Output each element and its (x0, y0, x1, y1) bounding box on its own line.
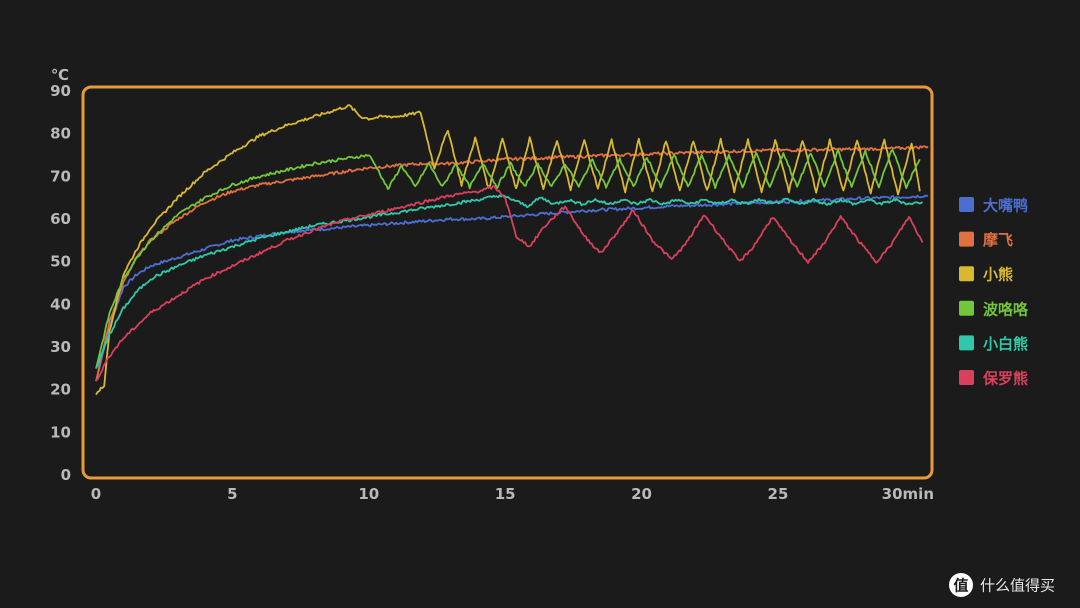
y-tick-label: 20 (50, 381, 71, 399)
y-tick-label: 50 (50, 253, 71, 271)
series-layer (95, 104, 929, 396)
y-tick-label: 60 (50, 210, 71, 228)
x-tick-label: 0 (91, 485, 101, 503)
series-line-小熊 (95, 104, 921, 396)
chart: ℃ 0102030405060708090 0 5 10 15 20 25 30min 大嘴… (50, 66, 1055, 597)
legend-label: 小白熊 (983, 335, 1028, 353)
legend-swatch (959, 370, 974, 385)
y-tick-label: 90 (50, 82, 71, 100)
legend-swatch (959, 266, 974, 282)
x-tick-label: 20 (631, 485, 652, 503)
series-line-摩飞 (95, 145, 929, 382)
x-tick-label: 25 (768, 485, 789, 503)
legend: 大嘴鸭摩飞小熊波咯咯小白熊保罗熊 (959, 197, 1029, 388)
legend-swatch (959, 335, 974, 351)
x-tick-label: 15 (495, 485, 516, 503)
legend-swatch (959, 197, 974, 212)
legend-label: 摩飞 (983, 231, 1013, 249)
x-tick-label: 30min (882, 485, 934, 503)
y-tick-label: 70 (50, 167, 71, 185)
y-axis-ticks: 0 10 20 30 40 50 60 70 80 90 (50, 82, 71, 484)
series-line-小白熊 (95, 194, 924, 369)
zhi-logo-icon: 值 (949, 573, 973, 597)
legend-label: 保罗熊 (982, 370, 1028, 388)
x-axis-ticks: 0 5 10 15 20 25 30min (91, 485, 934, 503)
x-tick-label: 5 (227, 485, 237, 503)
legend-swatch (959, 231, 974, 247)
watermark-text: 什么值得买 (980, 577, 1055, 595)
series-line-保罗熊 (95, 185, 924, 381)
x-tick-label: 10 (358, 485, 379, 503)
legend-label: 波咯咯 (983, 300, 1029, 318)
y-tick-label: 40 (50, 295, 71, 313)
y-tick-label: 30 (50, 338, 71, 356)
y-tick-label: 0 (61, 466, 71, 484)
series-line-波咯咯 (95, 148, 921, 369)
y-tick-label: 80 (50, 125, 71, 143)
legend-swatch (959, 300, 974, 316)
watermark: 值 什么值得买 (949, 573, 1055, 597)
svg-text:值: 值 (953, 577, 968, 595)
legend-label: 小熊 (983, 266, 1013, 284)
legend-label: 大嘴鸭 (983, 197, 1028, 215)
y-tick-label: 10 (50, 423, 71, 441)
